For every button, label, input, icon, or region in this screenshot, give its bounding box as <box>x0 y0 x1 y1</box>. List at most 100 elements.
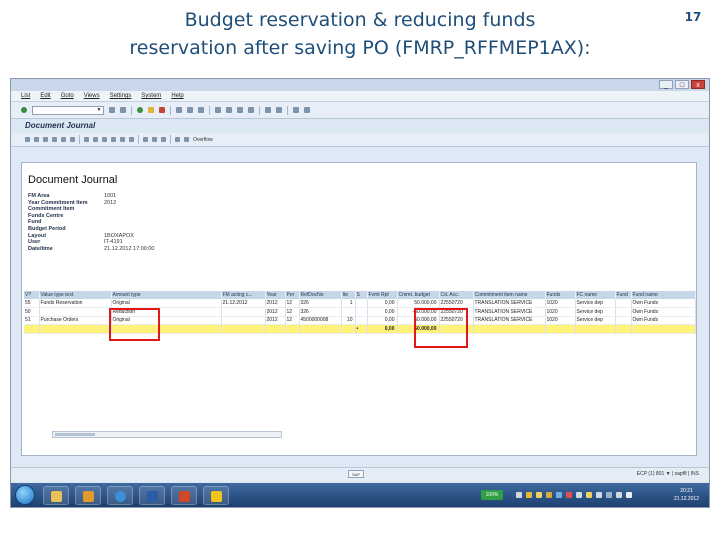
select-layout-icon[interactable] <box>152 137 157 142</box>
print-icon[interactable] <box>176 107 182 113</box>
tray-icon[interactable] <box>536 492 542 498</box>
menu-goto[interactable]: Goto <box>61 93 74 99</box>
previous-page-icon[interactable] <box>226 107 232 113</box>
col-header-cd-acc[interactable]: Cd. Acc. <box>439 291 474 299</box>
taskbar-clock[interactable]: 20:21 21.12.2012 <box>674 487 699 503</box>
col-header-fund[interactable]: Fund <box>615 291 632 299</box>
tray-icon[interactable] <box>556 492 562 498</box>
col-header-value-type-text[interactable]: Value type text <box>39 291 112 299</box>
save-layout-icon[interactable] <box>161 137 166 142</box>
select-all-icon[interactable] <box>34 137 39 142</box>
menu-settings[interactable]: Settings <box>110 93 132 99</box>
col-header-cmmt-budget[interactable]: Cmmt. budget <box>397 291 440 299</box>
sort-ascending-icon[interactable] <box>43 137 48 142</box>
col-header-item[interactable]: Ite <box>341 291 356 299</box>
hierarchy-icon[interactable] <box>175 137 180 142</box>
tray-icon[interactable] <box>546 492 552 498</box>
taskbar-app-button[interactable] <box>203 486 229 505</box>
menu-help[interactable]: Help <box>171 93 183 99</box>
back-green-icon[interactable] <box>137 107 143 113</box>
col-header-s[interactable]: S <box>355 291 368 299</box>
header-label: Year Commitment Item <box>28 199 88 206</box>
chevron-down-icon[interactable]: ▼ <box>95 107 103 114</box>
table-cell: 12 <box>285 299 300 308</box>
sort-descending-icon[interactable] <box>52 137 57 142</box>
scrollbar-thumb[interactable] <box>55 433 95 436</box>
maximize-button[interactable]: □ <box>675 80 689 89</box>
col-header-funds[interactable]: Funds <box>545 291 576 299</box>
col-header-fvmt-rpt[interactable]: Fvmt Rpt <box>367 291 398 299</box>
col-header-refdocno[interactable]: RefDocNo <box>299 291 342 299</box>
print-preview-icon[interactable] <box>84 137 89 142</box>
tray-icon[interactable] <box>606 492 612 498</box>
details-icon[interactable] <box>25 137 30 142</box>
word-processing-icon[interactable] <box>111 137 116 142</box>
find-icon[interactable] <box>187 107 193 113</box>
change-layout-icon[interactable] <box>143 137 148 142</box>
save-icon[interactable] <box>120 107 126 113</box>
exit-icon[interactable] <box>148 107 154 113</box>
header-icon[interactable] <box>184 137 189 142</box>
first-page-icon[interactable] <box>215 107 221 113</box>
help-icon[interactable] <box>293 107 299 113</box>
back-icon[interactable] <box>109 107 115 113</box>
tray-icon[interactable] <box>616 492 622 498</box>
col-header-per[interactable]: Per <box>285 291 300 299</box>
minimize-button[interactable]: _ <box>659 80 673 89</box>
tray-icon[interactable] <box>516 492 522 498</box>
taskbar-powerpoint-button[interactable] <box>171 486 197 505</box>
mail-icon[interactable] <box>129 137 134 142</box>
app-icon <box>211 491 222 502</box>
table-row[interactable]: 55 Funds Reservation Original 21.12.2012… <box>24 299 696 308</box>
table-cell[interactable]: 326 <box>299 299 342 308</box>
language-indicator[interactable]: 100% <box>481 490 503 500</box>
col-header-amount-type[interactable]: Amount type <box>111 291 222 299</box>
taskbar-outlook-button[interactable] <box>75 486 101 505</box>
menu-list[interactable]: List <box>21 93 30 99</box>
tray-icon[interactable] <box>596 492 602 498</box>
col-header-commitment-item-name[interactable]: Commitment item name <box>473 291 546 299</box>
tray-icon[interactable] <box>586 492 592 498</box>
col-header-fund-name[interactable]: Fund name <box>631 291 696 299</box>
find-next-icon[interactable] <box>198 107 204 113</box>
close-button[interactable]: x <box>691 80 705 89</box>
screen-title: Document Journal <box>11 119 709 133</box>
menu-system[interactable]: System <box>141 93 161 99</box>
last-page-icon[interactable] <box>248 107 254 113</box>
powerpoint-icon <box>179 491 190 502</box>
spreadsheet-icon[interactable] <box>102 137 107 142</box>
horizontal-scrollbar[interactable] <box>52 431 282 438</box>
command-field[interactable]: ▼ <box>32 105 104 115</box>
next-page-icon[interactable] <box>237 107 243 113</box>
table-cell <box>615 316 632 325</box>
local-file-icon[interactable] <box>120 137 125 142</box>
export-icon[interactable] <box>93 137 98 142</box>
new-session-icon[interactable] <box>265 107 271 113</box>
table-cell[interactable]: 326 <box>299 307 342 317</box>
subtotal-icon[interactable] <box>70 137 75 142</box>
taskbar-sap-button[interactable] <box>139 486 165 505</box>
col-header-year[interactable]: Year <box>265 291 286 299</box>
col-header-vt[interactable]: V? <box>24 291 40 299</box>
table-cell[interactable]: 4500000008 <box>299 316 342 325</box>
taskbar-ie-button[interactable] <box>107 486 133 505</box>
cancel-icon[interactable] <box>159 107 165 113</box>
tray-icon[interactable] <box>526 492 532 498</box>
taskbar-explorer-button[interactable] <box>43 486 69 505</box>
menu-edit[interactable]: Edit <box>40 93 50 99</box>
tray-icon[interactable] <box>566 492 572 498</box>
col-header-fc-name[interactable]: FC name <box>575 291 616 299</box>
tray-icon[interactable] <box>576 492 582 498</box>
table-cell <box>545 324 576 334</box>
table-cell <box>285 324 300 334</box>
system-info[interactable]: ECP (1) 801 ▼ | sapflf | INS <box>637 471 699 477</box>
overflow-button[interactable]: Overflow <box>193 137 213 143</box>
shortcut-icon[interactable] <box>276 107 282 113</box>
layout-menu-icon[interactable] <box>304 107 310 113</box>
menu-views[interactable]: Views <box>84 93 100 99</box>
filter-icon[interactable] <box>61 137 66 142</box>
enter-icon[interactable] <box>21 107 27 113</box>
start-button[interactable] <box>15 485 35 505</box>
col-header-fm-acting[interactable]: FM acting c... <box>221 291 266 299</box>
volume-icon[interactable] <box>626 492 632 498</box>
